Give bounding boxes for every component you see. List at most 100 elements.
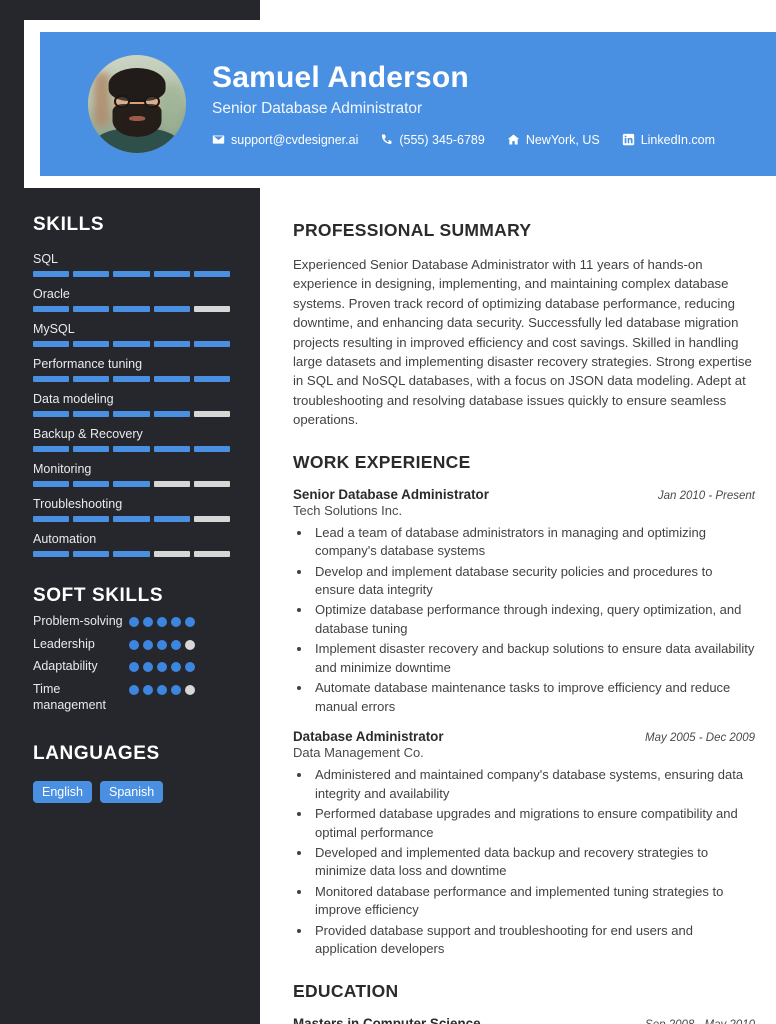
job-bullet: Performed database upgrades and migratio… xyxy=(312,805,755,842)
job-title: Senior Database Administrator xyxy=(293,486,489,502)
soft-skill-label: Time management xyxy=(33,681,106,712)
education-list: Masters in Computer Science Sep 2008 - Ma… xyxy=(293,1016,755,1024)
skill-bar-segment xyxy=(113,376,150,382)
skill-label: Backup & Recovery xyxy=(33,427,143,441)
skill-item: Backup & Recovery xyxy=(33,427,231,452)
jobs-list: Senior Database Administrator Jan 2010 - … xyxy=(293,487,755,959)
job-date: May 2005 - Dec 2009 xyxy=(645,732,755,745)
contact-email-text: support@cvdesigner.ai xyxy=(231,132,359,147)
skill-bar-segment xyxy=(113,516,150,522)
job-bullets: Administered and maintained company's da… xyxy=(293,766,755,959)
job-bullet: Optimize database performance through in… xyxy=(312,601,755,638)
skill-item: Oracle xyxy=(33,287,231,312)
skill-bar-segment xyxy=(113,306,150,312)
skill-label: Oracle xyxy=(33,287,70,301)
rating-dot xyxy=(157,639,167,650)
rating-dot xyxy=(129,684,139,695)
skill-item: Monitoring xyxy=(33,462,231,487)
resume-page: Samuel Anderson Senior Database Administ… xyxy=(0,0,776,1024)
rating-dot xyxy=(143,684,153,695)
skill-bar-segment xyxy=(33,411,70,417)
rating-dot xyxy=(171,617,181,627)
summary-heading: PROFESSIONAL SUMMARY xyxy=(293,220,532,240)
soft-skill-rating xyxy=(129,684,195,695)
rating-dot xyxy=(171,662,181,673)
skill-bar-segment xyxy=(193,306,231,312)
skill-level-bar xyxy=(33,481,231,487)
skill-bar-segment xyxy=(153,411,190,417)
skill-bar-segment xyxy=(113,341,150,347)
summary-text: Experienced Senior Database Administrato… xyxy=(293,257,752,428)
degree-title: Masters in Computer Science xyxy=(293,1015,481,1024)
contact-list: support@cvdesigner.ai (555) 345-6789 New… xyxy=(212,133,715,147)
skill-bar-segment xyxy=(73,306,110,312)
skill-level-bar xyxy=(33,306,231,312)
job-bullet: Implement disaster recovery and backup s… xyxy=(312,640,755,677)
skill-bar-segment xyxy=(153,376,190,382)
rating-dot xyxy=(171,684,181,695)
skill-bar-segment xyxy=(73,376,110,382)
experience-heading: WORK EXPERIENCE xyxy=(293,451,471,472)
rating-dot xyxy=(157,662,167,673)
contact-linkedin-text: LinkedIn.com xyxy=(640,132,716,147)
language-badge[interactable]: English xyxy=(33,781,92,804)
skill-item: Data modeling xyxy=(33,392,231,417)
education-date: Sep 2008 - May 2010 xyxy=(645,1019,755,1024)
skill-bar-segment xyxy=(113,551,150,557)
skill-label: Troubleshooting xyxy=(33,497,123,511)
skill-bar-segment xyxy=(153,306,190,312)
skill-bar-segment xyxy=(73,481,110,487)
job-entry: Senior Database Administrator Jan 2010 - … xyxy=(293,487,755,717)
skill-level-bar xyxy=(33,271,231,277)
rating-dot xyxy=(185,639,195,650)
skill-label: SQL xyxy=(33,252,59,266)
soft-skill-label: Adaptability xyxy=(33,659,98,674)
home-icon xyxy=(507,133,520,146)
soft-skill-label: Problem-solving xyxy=(33,614,123,628)
education-header: Masters in Computer Science Sep 2008 - Ma… xyxy=(293,1016,755,1024)
soft-skill-rating xyxy=(129,617,195,627)
job-entry: Database Administrator May 2005 - Dec 200… xyxy=(293,729,755,959)
soft-skill-item: Leadership xyxy=(33,637,230,653)
skill-bar-segment xyxy=(33,376,70,382)
skill-bar-segment xyxy=(33,271,70,277)
skill-level-bar xyxy=(33,551,231,557)
job-bullet: Automate database maintenance tasks to i… xyxy=(312,679,755,716)
rating-dot xyxy=(185,617,195,627)
contact-linkedin[interactable]: LinkedIn.com xyxy=(622,133,715,147)
contact-phone[interactable]: (555) 345-6789 xyxy=(380,133,485,147)
skill-bar-segment xyxy=(33,481,70,487)
skill-item: MySQL xyxy=(33,322,231,347)
skill-label: Performance tuning xyxy=(33,357,143,371)
rating-dot xyxy=(129,662,139,673)
skill-bar-segment xyxy=(153,341,190,347)
rating-dot xyxy=(143,639,153,650)
rating-dot xyxy=(143,662,153,673)
skill-bar-segment xyxy=(193,341,231,347)
job-organization: Tech Solutions Inc. xyxy=(293,502,403,518)
job-organization: Data Management Co. xyxy=(293,745,424,761)
skill-bar-segment xyxy=(73,446,110,452)
skill-bar-segment xyxy=(193,446,231,452)
contact-location[interactable]: NewYork, US xyxy=(507,133,600,147)
job-bullet: Developed and implemented data backup an… xyxy=(312,844,755,881)
skill-bar-segment xyxy=(33,306,70,312)
linkedin-icon xyxy=(622,133,635,146)
contact-email[interactable]: support@cvdesigner.ai xyxy=(212,133,358,147)
phone-icon xyxy=(380,133,393,146)
skill-level-bar xyxy=(33,341,231,347)
language-badge[interactable]: Spanish xyxy=(100,781,164,804)
skill-label: Data modeling xyxy=(33,392,114,406)
skill-level-bar xyxy=(33,376,231,382)
skill-level-bar xyxy=(33,411,231,417)
soft-skill-label: Leadership xyxy=(33,636,95,651)
skill-bar-segment xyxy=(193,481,231,487)
skill-item: Troubleshooting xyxy=(33,497,231,522)
skill-bar-segment xyxy=(73,516,110,522)
contact-location-text: NewYork, US xyxy=(525,132,600,147)
soft-skill-item: Problem-solving xyxy=(33,614,230,630)
sidebar: SKILLS SQL Oracle MySQL Performance tuning D… xyxy=(0,196,260,1024)
rating-dot xyxy=(143,617,153,627)
job-bullet: Monitored database performance and imple… xyxy=(312,883,755,920)
soft-skills-list: Problem-solving Leadership Adaptability Tim… xyxy=(33,614,230,713)
